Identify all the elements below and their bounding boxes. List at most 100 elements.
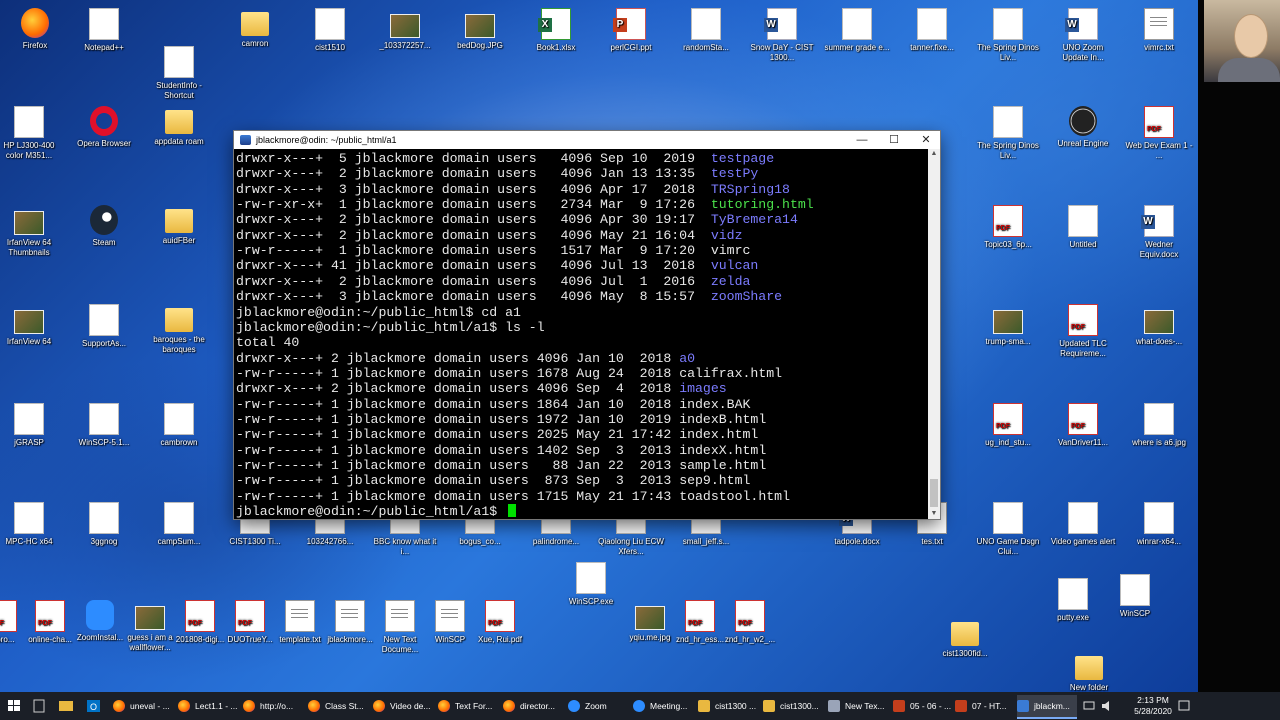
taskbar-item-label: Zoom — [585, 701, 607, 711]
desktop-icon[interactable]: SupportAs... — [70, 304, 138, 349]
desktop-icon[interactable]: Wedner Equiv.docx — [1125, 205, 1193, 260]
taskbar-item[interactable]: uneval - ... — [113, 695, 173, 717]
desktop-icon[interactable]: camron — [221, 8, 289, 49]
scrollbar-thumb[interactable] — [930, 479, 938, 507]
terminal-line: drwxr-x---+ 3 jblackmore domain users 40… — [236, 289, 782, 305]
outlook-icon[interactable]: O — [84, 695, 104, 717]
desktop-icon[interactable]: WinSCP — [1101, 574, 1169, 619]
desktop-icon[interactable]: winrar-x64... — [1125, 502, 1193, 547]
volume-icon[interactable] — [1100, 695, 1114, 717]
terminal-prompt-line[interactable]: jblackmore@odin:~/public_html/a1$ — [236, 504, 517, 519]
system-clock[interactable]: 2:13 PM 5/28/2020 — [1128, 695, 1178, 717]
taskbar-item[interactable]: http://o... — [243, 695, 303, 717]
desktop-icon[interactable]: putty.exe — [1039, 578, 1107, 623]
desktop-icon[interactable]: Web Dev Exam 1 - ... — [1125, 106, 1193, 161]
terminal-window[interactable]: jblackmore@odin: ~/public_html/a1 — ☐ ✕ … — [234, 131, 940, 519]
maximize-button[interactable]: ☐ — [878, 131, 910, 149]
terminal-line: -rw-r-----+ 1 jblackmore domain users 17… — [236, 489, 790, 505]
taskbar-item-label: 05 - 06 - ... — [910, 701, 952, 711]
desktop-icon[interactable]: Untitled — [1049, 205, 1117, 250]
desktop-icon[interactable]: WinSCP.exe — [557, 562, 625, 607]
desktop-icon[interactable]: Snow DaY - CIST 1300... — [748, 8, 816, 63]
doc-icon — [14, 502, 44, 534]
taskbar-item[interactable]: Zoom — [568, 695, 628, 717]
desktop-icon[interactable]: WinSCP-5.1... — [70, 403, 138, 448]
start-button[interactable] — [2, 695, 26, 717]
desktop-icon[interactable]: Firefox — [1, 8, 69, 51]
desktop-icon[interactable]: _103372257... — [371, 8, 439, 51]
desktop-icon[interactable]: perlCGI.ppt — [597, 8, 665, 53]
terminal-output[interactable]: drwxr-x---+ 5 jblackmore domain users 40… — [234, 149, 928, 519]
scroll-up-icon[interactable]: ▲ — [928, 149, 940, 159]
desktop-icon[interactable]: Steam — [70, 205, 138, 248]
desktop-icon[interactable]: cist1300fid... — [931, 618, 999, 659]
desktop-icon[interactable]: auidFBer — [145, 205, 213, 246]
close-button[interactable]: ✕ — [910, 131, 942, 149]
minimize-button[interactable]: — — [846, 131, 878, 149]
taskbar-item[interactable]: jblackm... — [1017, 695, 1077, 719]
line-text: drwxr-x---+ 2 jblackmore domain users 40… — [236, 166, 711, 182]
taskbar-item[interactable]: Class St... — [308, 695, 368, 717]
notifications-icon[interactable] — [1176, 695, 1192, 717]
svg-text:O: O — [90, 702, 97, 712]
taskbar-item[interactable]: Text For... — [438, 695, 498, 717]
desktop-icon[interactable]: HP LJ300-400 color M351... — [0, 106, 63, 161]
desktop-icon[interactable]: campSum... — [145, 502, 213, 547]
desktop-icon[interactable]: cist1510 — [296, 8, 364, 53]
desktop-icon[interactable]: Book1.xlsx — [522, 8, 590, 53]
desktop-icon[interactable]: appdata roam — [145, 106, 213, 147]
desktop-icon[interactable]: Opera Browser — [70, 106, 138, 149]
desktop-icon[interactable]: Notepad++ — [70, 8, 138, 53]
desktop-icon[interactable]: ug_ind_stu... — [974, 403, 1042, 448]
text-icon — [435, 600, 465, 632]
desktop-icon[interactable]: The Spring Dinos Liv... — [974, 106, 1042, 161]
task-view-icon[interactable] — [30, 695, 48, 717]
desktop-icon[interactable]: Updated TLC Requireme... — [1049, 304, 1117, 359]
desktop-icon[interactable]: znd_hr_w2_... — [716, 600, 784, 645]
desktop-icon[interactable]: cambrown — [145, 403, 213, 448]
desktop-icon[interactable]: baroques - the baroques — [145, 304, 213, 355]
desktop-icon[interactable]: trump-sma... — [974, 304, 1042, 347]
taskbar-item[interactable]: cist1300... — [763, 695, 823, 717]
desktop-icon[interactable]: Topic03_6p... — [974, 205, 1042, 250]
desktop-icon[interactable]: New folder — [1055, 652, 1123, 692]
desktop-icon[interactable]: Unreal Engine — [1049, 106, 1117, 149]
desktop-icon[interactable]: jGRASP — [0, 403, 63, 448]
desktop-icon[interactable]: StudentInfo - Shortcut — [145, 46, 213, 101]
desktop-icon[interactable]: Xue, Rui.pdf — [466, 600, 534, 645]
file-explorer-icon[interactable] — [56, 695, 76, 717]
folder-icon — [698, 700, 710, 712]
desktop-icon[interactable]: tanner.fixe... — [898, 8, 966, 53]
terminal-scrollbar[interactable]: ▲ ▼ — [928, 149, 940, 519]
desktop-icon[interactable]: vimrc.txt — [1125, 8, 1193, 53]
desktop-icon[interactable]: 3ggnog — [70, 502, 138, 547]
desktop-icon[interactable]: randomSta... — [672, 8, 740, 53]
desktop-icon[interactable]: IrfanView 64 Thumbnails — [0, 205, 63, 258]
desktop-icon[interactable]: IrfanView 64 — [0, 304, 63, 347]
desktop-icon[interactable]: The Spring Dinos Liv... — [974, 8, 1042, 63]
desktop-icon[interactable]: UNO Game Dsgn Clui... — [974, 502, 1042, 557]
taskbar-item[interactable]: Video de... — [373, 695, 433, 717]
terminal-titlebar[interactable]: jblackmore@odin: ~/public_html/a1 — ☐ ✕ — [234, 131, 940, 149]
taskbar-item[interactable]: 05 - 06 - ... — [893, 695, 953, 717]
desktop-icon[interactable]: UNO Zoom Update In... — [1049, 8, 1117, 63]
taskbar-item[interactable]: Lect1.1 - ... — [178, 695, 238, 717]
taskbar-item-label: http://o... — [260, 701, 294, 711]
terminal-line: jblackmore@odin:~/public_html$ cd a1 — [236, 305, 521, 321]
taskbar-item[interactable]: 07 - HT... — [955, 695, 1015, 717]
desktop-icon[interactable]: what-does-... — [1125, 304, 1193, 347]
scroll-down-icon[interactable]: ▼ — [928, 509, 940, 519]
taskbar-item[interactable]: cist1300 ... — [698, 695, 758, 717]
desktop-icon[interactable]: where is a6.jpg — [1125, 403, 1193, 448]
taskbar-item[interactable]: New Tex... — [828, 695, 888, 717]
desktop-icon[interactable]: MPC-HC x64 — [0, 502, 63, 547]
desktop-icon[interactable]: bedDog.JPG — [446, 8, 514, 51]
desktop-icon[interactable]: summer grade e... — [823, 8, 891, 53]
desktop-icon[interactable]: VanDriver11... — [1049, 403, 1117, 448]
taskbar-item[interactable]: director... — [503, 695, 563, 717]
network-icon[interactable] — [1082, 695, 1096, 717]
desktop-icon-label: Topic03_6p... — [984, 240, 1032, 249]
taskbar-item[interactable]: Meeting... — [633, 695, 693, 717]
desktop-icon[interactable]: Video games alert — [1049, 502, 1117, 547]
desktop-icon-label: template.txt — [279, 635, 321, 644]
